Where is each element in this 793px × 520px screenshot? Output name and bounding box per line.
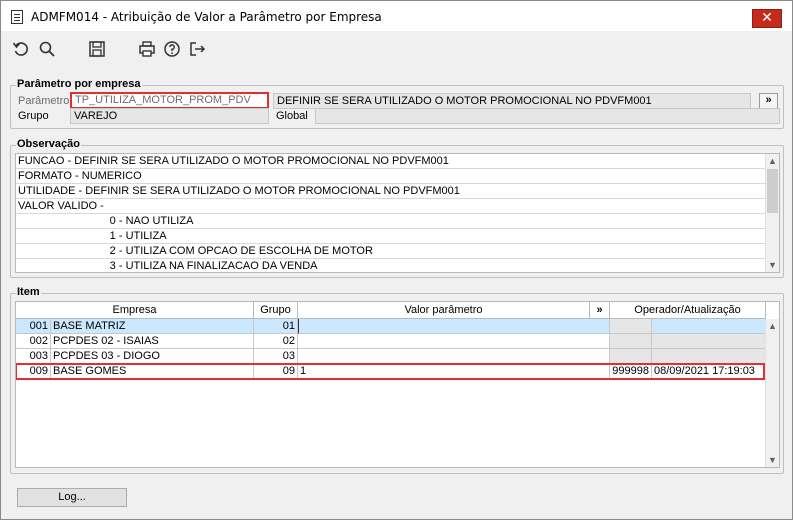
observacao-line: 2 - UTILIZA COM OPCAO DE ESCOLHA DE MOTO…	[16, 244, 766, 259]
table-row[interactable]: 009 BASE GOMES 09 1 999998 08/09/2021 17…	[16, 364, 766, 379]
param-group-title: Parâmetro por empresa	[16, 78, 142, 90]
table-row[interactable]: 003 PCPDES 03 - DIOGO 03	[16, 349, 766, 364]
exit-icon[interactable]	[187, 39, 207, 59]
row-empresa: BASE MATRIZ	[51, 319, 254, 334]
row-empresa: PCPDES 02 - ISAIAS	[51, 334, 254, 349]
row-grupo: 09	[254, 364, 298, 379]
grupo-field[interactable]: VAREJO	[70, 108, 269, 124]
col-operador-header[interactable]: Operador/Atualização	[610, 302, 766, 319]
row-operador	[610, 349, 652, 364]
print-icon[interactable]	[137, 39, 157, 59]
item-title: Item	[16, 286, 41, 298]
row-valor[interactable]: 1	[298, 364, 610, 379]
document-icon	[11, 10, 23, 24]
row-empresa: PCPDES 03 - DIOGO	[51, 349, 254, 364]
col-valor-expand-button[interactable]: »	[590, 302, 610, 319]
scroll-up-icon[interactable]: ▲	[766, 154, 779, 168]
table-row[interactable]: 001 BASE MATRIZ 01	[16, 319, 766, 334]
row-empresa: BASE GOMES	[51, 364, 254, 379]
row-operador	[610, 334, 652, 349]
item-grid: Empresa Grupo Valor parâmetro » Operador…	[15, 301, 780, 468]
table-row[interactable]: 002 PCPDES 02 - ISAIAS 02	[16, 334, 766, 349]
scroll-up-icon[interactable]: ▲	[766, 319, 779, 333]
search-icon[interactable]	[37, 39, 57, 59]
row-valor[interactable]	[298, 334, 610, 349]
parametro-description: DEFINIR SE SERA UTILIZADO O MOTOR PROMOC…	[273, 93, 751, 109]
row-code: 002	[16, 334, 51, 349]
col-grupo-header[interactable]: Grupo	[254, 302, 298, 319]
parametro-expand-button[interactable]: »	[759, 93, 778, 109]
save-icon[interactable]	[87, 39, 107, 59]
observacao-line: 1 - UTILIZA	[16, 229, 766, 244]
row-grupo: 02	[254, 334, 298, 349]
row-atualizacao	[652, 349, 766, 364]
row-grupo: 03	[254, 349, 298, 364]
window-title: ADMFM014 - Atribuição de Valor a Parâmet…	[31, 10, 382, 24]
parametro-label: Parâmetro	[18, 95, 70, 107]
observacao-line: 3 - UTILIZA NA FINALIZACAO DA VENDA	[16, 259, 766, 272]
observacao-line: FUNCAO - DEFINIR SE SERA UTILIZADO O MOT…	[16, 154, 766, 169]
row-atualizacao	[652, 319, 766, 334]
col-valor-header[interactable]: Valor parâmetro	[298, 302, 590, 319]
global-label: Global	[276, 110, 308, 122]
col-empresa-header[interactable]: Empresa	[16, 302, 254, 319]
scroll-down-icon[interactable]: ▼	[766, 453, 779, 467]
title-bar: ADMFM014 - Atribuição de Valor a Parâmet…	[1, 1, 792, 31]
observacao-line: 0 - NAO UTILIZA	[16, 214, 766, 229]
observacao-line: VALOR VALIDO -	[16, 199, 766, 214]
observacao-title: Observação	[16, 138, 81, 150]
observacao-line: UTILIDADE - DEFINIR SE SERA UTILIZADO O …	[16, 184, 766, 199]
undo-icon[interactable]	[11, 39, 31, 59]
main-window: ADMFM014 - Atribuição de Valor a Parâmet…	[0, 0, 793, 520]
row-code: 009	[16, 364, 51, 379]
help-icon[interactable]	[162, 39, 182, 59]
observacao-scrollbar[interactable]: ▲ ▼	[765, 154, 779, 272]
row-valor[interactable]	[298, 319, 610, 334]
log-button[interactable]: Log...	[17, 488, 127, 507]
scroll-thumb[interactable]	[767, 169, 778, 213]
row-operador: 999998	[610, 364, 652, 379]
row-code: 003	[16, 349, 51, 364]
observacao-line: FORMATO - NUMERICO	[16, 169, 766, 184]
scroll-down-icon[interactable]: ▼	[766, 258, 779, 272]
item-scrollbar[interactable]: ▲ ▼	[765, 319, 779, 467]
global-field[interactable]	[315, 108, 780, 124]
row-valor[interactable]	[298, 349, 610, 364]
close-button[interactable]: ✕	[752, 9, 782, 28]
row-atualizacao	[652, 334, 766, 349]
parametro-field[interactable]: TP_UTILIZA_MOTOR_PROM_PDV	[70, 92, 269, 109]
row-operador	[610, 319, 652, 334]
observacao-text[interactable]: FUNCAO - DEFINIR SE SERA UTILIZADO O MOT…	[15, 153, 780, 273]
row-grupo: 01	[254, 319, 298, 334]
row-code: 001	[16, 319, 51, 334]
row-atualizacao: 08/09/2021 17:19:03	[652, 364, 766, 379]
grupo-label: Grupo	[18, 110, 49, 122]
toolbar	[1, 34, 792, 64]
